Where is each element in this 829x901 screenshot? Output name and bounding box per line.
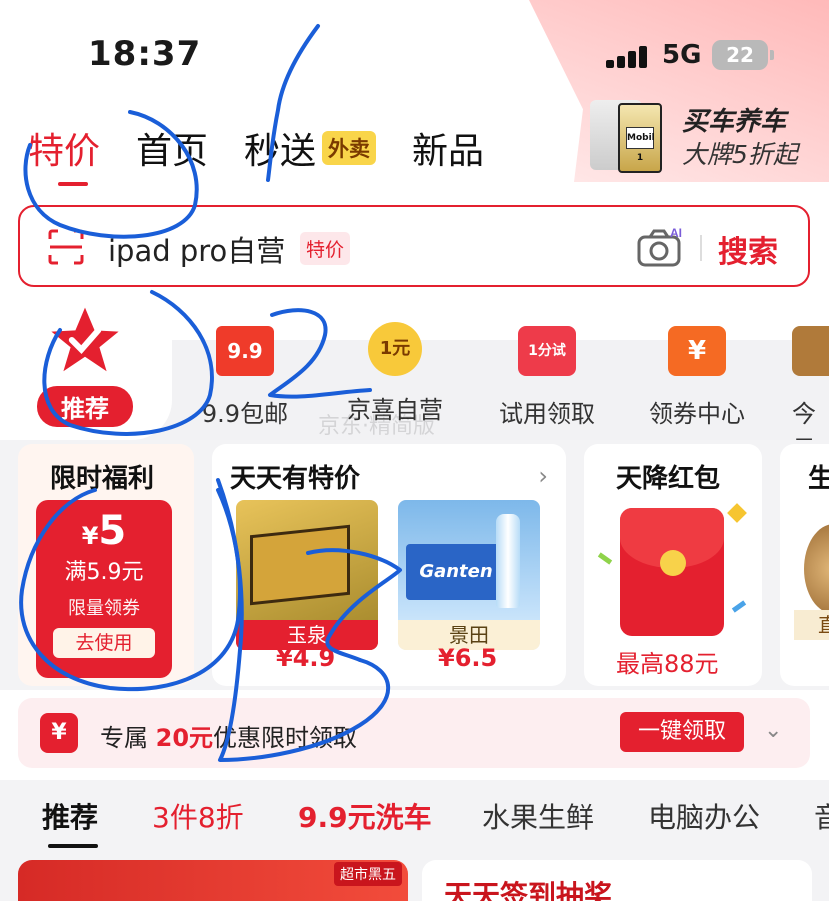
notice-highlight: 20元: [155, 724, 214, 752]
red-packet-card[interactable]: 天降红包 最高88元: [584, 444, 762, 686]
takeout-badge: 外卖: [322, 131, 377, 165]
product-price: ¥4.9: [276, 644, 336, 672]
status-bar: 18:37 5G 22: [0, 0, 829, 100]
category-recommend[interactable]: 推荐: [10, 300, 160, 427]
use-coupon-button[interactable]: 去使用: [53, 628, 155, 658]
promo-banner[interactable]: Mobil 1 买车养车 大牌5折起: [590, 95, 829, 185]
oil-can-image-2: Mobil 1: [618, 103, 662, 173]
scan-icon[interactable]: [46, 227, 86, 267]
partial-card-label: 直: [794, 610, 829, 640]
confetti-icon: [597, 552, 613, 565]
one-yuan-icon: 1元: [368, 322, 422, 376]
feed-card[interactable]: 超市黑五: [18, 860, 408, 901]
watermark: 京东·精简版: [318, 414, 435, 439]
star-check-icon: [51, 307, 119, 372]
tab-label: 特价: [28, 131, 101, 172]
category-trial[interactable]: 1分试 试用领取: [472, 300, 622, 429]
chevron-right-icon[interactable]: ›: [538, 462, 548, 490]
product-price: ¥6.5: [438, 644, 498, 672]
welfare-card[interactable]: 限时福利 ¥5 满5.9元 限量领券 去使用: [18, 444, 194, 686]
water-bottle-image: [496, 514, 520, 608]
product-image: [250, 524, 350, 606]
tab-special-price[interactable]: 特价: [28, 122, 101, 186]
feed-tab-computers[interactable]: 电脑办公: [648, 796, 760, 836]
price-9-9-icon: 9.9: [216, 326, 274, 376]
status-time: 18:37: [88, 34, 202, 74]
trial-bag-icon: 1分试: [518, 326, 576, 376]
tab-label: 首页: [136, 131, 209, 172]
coupon-condition: 满5.9元: [64, 560, 144, 585]
partial-card-title: 生: [808, 464, 829, 494]
search-tag: 特价: [300, 232, 351, 265]
category-label: 9.9包邮: [201, 400, 289, 428]
feed-tab-car-wash[interactable]: 9.9元洗车: [298, 796, 432, 836]
search-divider: [700, 235, 702, 261]
feed-card-badge: 超市黑五: [334, 862, 402, 886]
basket-image: [804, 524, 829, 614]
notice-text: 专属 20元优惠限时领取: [100, 718, 357, 753]
category-coupon-center[interactable]: ¥ 领券中心: [622, 300, 772, 429]
welfare-title: 限时福利: [50, 464, 155, 494]
product-jingtian[interactable]: Ganten 景田: [398, 500, 540, 650]
red-packet-text: 最高88元: [616, 650, 719, 678]
partial-card[interactable]: 生 直: [780, 444, 829, 686]
daily-deals-title: 天天有特价: [230, 464, 361, 494]
daily-deals-card[interactable]: 天天有特价 › 玉泉 ¥4.9 Ganten 景田 ¥6.5: [212, 444, 566, 686]
chevron-down-icon[interactable]: ⌄: [764, 718, 782, 743]
feed-tab-more[interactable]: 音: [814, 796, 829, 836]
red-packet-title: 天降红包: [616, 464, 721, 494]
network-label: 5G: [662, 40, 702, 70]
feed-tab-3for80[interactable]: 3件8折: [152, 796, 244, 836]
product-yuquan[interactable]: 玉泉: [236, 500, 378, 650]
feed-card-title: 天天签到抽奖: [444, 879, 613, 901]
category-label: 领券中心: [649, 400, 745, 428]
search-button[interactable]: 搜索: [718, 227, 778, 271]
camera-icon[interactable]: AI: [636, 225, 684, 269]
tab-new-products[interactable]: 新品: [412, 122, 484, 174]
feed-tab-fresh[interactable]: 水果生鲜: [482, 796, 594, 836]
coupon-notice-bar[interactable]: ¥ 专属 20元优惠限时领取 一键领取 ⌄: [18, 698, 810, 768]
top-tabs: 特价 首页 秒送 外卖 新品: [28, 122, 520, 192]
promo-panels: 限时福利 ¥5 满5.9元 限量领券 去使用 天天有特价 › 玉泉 ¥4.9 G…: [0, 440, 829, 690]
coupon[interactable]: ¥5 满5.9元 限量领券 去使用: [36, 500, 172, 678]
claim-all-button[interactable]: 一键领取: [620, 712, 744, 752]
search-input[interactable]: ipad pro自营: [108, 228, 285, 270]
feed-card[interactable]: 天天签到抽奖: [422, 860, 812, 901]
tab-label: 新品: [412, 131, 485, 172]
search-bar[interactable]: ipad pro自营 特价 AI 搜索: [18, 205, 810, 287]
category-label: 试用领取: [499, 400, 595, 428]
yuan-icon: ¥: [40, 713, 78, 753]
notice-prefix: 专属: [100, 724, 148, 752]
tab-instant-delivery[interactable]: 秒送 外卖: [244, 122, 377, 174]
confetti-icon: [731, 600, 747, 613]
coupon-amount: ¥5: [36, 508, 172, 554]
feed-tab-recommend[interactable]: 推荐: [42, 796, 99, 848]
battery-icon: 22: [712, 40, 774, 70]
sparkle-icon: [727, 503, 747, 523]
category-label: 推荐: [37, 386, 133, 427]
oil-can-label: Mobil 1: [626, 127, 655, 163]
tab-home[interactable]: 首页: [136, 122, 208, 174]
tab-label: 秒送: [244, 131, 317, 172]
product-image: Ganten: [406, 544, 506, 600]
today-icon: [792, 326, 829, 376]
category-9-9[interactable]: 9.9 9.9包邮: [170, 300, 320, 429]
notice-suffix: 优惠限时领取: [213, 724, 358, 752]
coupon-currency: ¥: [81, 522, 99, 550]
icon-text: 1元: [379, 338, 411, 359]
icon-text: 1分试: [528, 343, 566, 359]
icon-text: ¥: [687, 336, 707, 366]
icon-text: 9.9: [227, 339, 263, 363]
feed-tabs: 推荐 3件8折 9.9元洗车 水果生鲜 电脑办公 音: [0, 780, 829, 855]
coupon-value: 5: [98, 508, 127, 554]
promo-subtitle: 大牌5折起: [682, 140, 798, 169]
coupon-limit: 限量领券: [68, 598, 140, 619]
camera-ai-badge: AI: [670, 226, 682, 240]
promo-title: 买车养车: [682, 107, 787, 137]
coupon-center-icon: ¥: [668, 326, 726, 376]
category-jingxi[interactable]: 1元 京喜自营: [320, 300, 470, 425]
signal-icon: [606, 44, 654, 68]
red-packet-icon: [620, 508, 724, 636]
